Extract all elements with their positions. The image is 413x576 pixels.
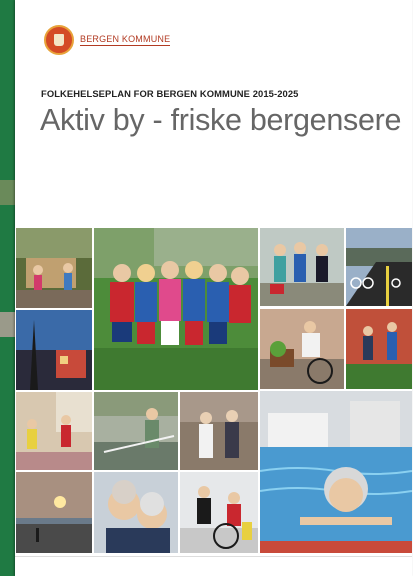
photo-bicycle-lane [346,228,412,306]
photo-elderly-couple [94,472,178,553]
photo-kindergarten-kids [260,228,344,306]
photo-boy-playing [346,309,412,389]
cover-kicker: FOLKEHELSEPLAN FOR BERGEN KOMMUNE 2015-2… [41,88,299,99]
page-bottom-rule [15,556,412,557]
photo-woman-on-bridge [94,392,178,470]
photo-children-playground [16,228,92,308]
photo-elderly-woman-swimming [260,391,412,553]
photo-sunset-beach [16,472,92,553]
photo-football-team-huddle [94,228,258,390]
cover-title: Aktiv by - friske bergensere [40,103,402,137]
background-page-strip [0,0,15,576]
photo-children-dancing [16,392,92,470]
photo-wheelchair-sport [180,472,258,553]
photo-city-street-dusk [16,310,92,390]
photo-seniors-dancing [180,392,258,470]
background-photo-fragment [0,312,15,337]
document-cover: BERGEN KOMMUNE FOLKEHELSEPLAN FOR BERGEN… [15,0,412,576]
background-photo-fragment [0,180,15,205]
brand-name: BERGEN KOMMUNE [80,34,171,46]
photo-cycling-woman [260,309,344,389]
coat-of-arms-seal [44,25,74,55]
logo: BERGEN KOMMUNE [44,25,171,55]
